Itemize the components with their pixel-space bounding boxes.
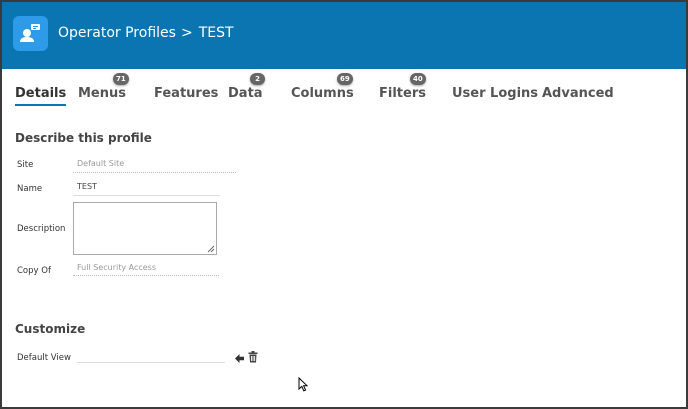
tab-label: Columns	[291, 86, 354, 101]
resize-grip-icon[interactable]	[207, 245, 215, 253]
tab-advanced[interactable]: Advanced	[542, 86, 614, 106]
name-field-underline	[73, 195, 220, 196]
default-view-underline	[77, 362, 225, 363]
copy-of-field-underline	[73, 275, 219, 276]
copy-of-label: Copy Of	[17, 266, 51, 276]
tab-badge: 69	[337, 73, 353, 85]
tab-label: Menus	[78, 86, 127, 101]
tab-label: Data	[228, 86, 263, 101]
breadcrumb: Operator Profiles > TEST	[58, 25, 234, 41]
tab-filters[interactable]: 40 Filters	[379, 73, 426, 106]
tab-label: Filters	[379, 86, 426, 101]
name-field[interactable]: TEST	[77, 182, 97, 191]
copy-of-field[interactable]: Full Security Access	[77, 263, 156, 272]
site-field-underline	[73, 172, 236, 173]
tab-details[interactable]: Details	[15, 86, 67, 106]
breadcrumb-parent[interactable]: Operator Profiles	[58, 25, 176, 41]
tab-user-logins[interactable]: User Logins	[452, 86, 538, 106]
tab-menus[interactable]: 71 Menus	[78, 73, 129, 106]
page-header: Operator Profiles > TEST	[2, 2, 686, 69]
tab-label: Advanced	[542, 86, 614, 101]
app-window: Operator Profiles > TEST Details 71 Menus …	[0, 0, 688, 409]
name-label: Name	[17, 184, 43, 194]
tab-features[interactable]: Features	[154, 86, 218, 106]
tab-badge: 40	[410, 73, 426, 85]
section-title-customize: Customize	[15, 322, 86, 336]
default-view-label: Default View	[17, 353, 71, 363]
description-textarea[interactable]	[73, 202, 217, 255]
mouse-cursor-icon	[298, 376, 309, 396]
description-label: Description	[17, 224, 66, 234]
breadcrumb-separator: >	[180, 25, 193, 41]
site-field[interactable]: Default Site	[77, 159, 124, 168]
tab-bar: Details 71 Menus Features 2 Data 69 Colu…	[2, 69, 686, 109]
tab-label: Features	[154, 86, 219, 101]
trash-icon[interactable]	[248, 348, 258, 367]
tab-data[interactable]: 2 Data	[228, 73, 265, 106]
tab-label: User Logins	[452, 86, 539, 101]
breadcrumb-current: TEST	[198, 25, 234, 41]
section-title-describe: Describe this profile	[15, 131, 152, 145]
operator-profile-icon	[13, 16, 48, 51]
arrow-left-icon[interactable]	[234, 349, 245, 368]
tab-columns[interactable]: 69 Columns	[291, 73, 354, 106]
tab-badge: 2	[250, 73, 265, 85]
site-label: Site	[17, 160, 34, 170]
tab-label: Details	[15, 86, 67, 101]
tab-badge: 71	[113, 73, 129, 85]
